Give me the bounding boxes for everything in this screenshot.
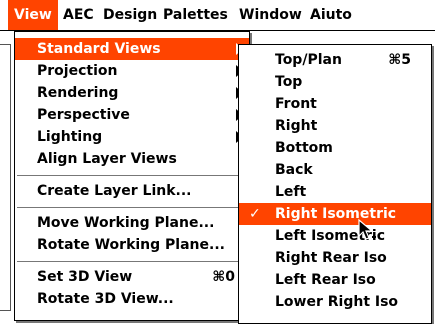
- menu-item-align-layer-views[interactable]: Align Layer Views: [15, 148, 249, 170]
- menu-item-label: Right Rear Iso: [275, 250, 387, 266]
- menu-item-label: Rotate Working Plane...: [37, 237, 225, 253]
- menu-item-label: Right: [275, 118, 318, 134]
- menu-aec[interactable]: AEC: [57, 0, 100, 30]
- menu-item-label: Rotate 3D View...: [37, 291, 174, 307]
- menu-separator: [17, 261, 247, 262]
- menu-design[interactable]: Design: [97, 0, 163, 30]
- menu-item-projection[interactable]: Projection: [15, 60, 249, 82]
- menu-palettes[interactable]: Palettes: [157, 0, 234, 30]
- menu-item-shortcut: ⌘5: [388, 52, 411, 68]
- menu-item-move-working-plane[interactable]: Move Working Plane...: [15, 212, 249, 234]
- menu-aiuto[interactable]: Aiuto: [304, 0, 358, 30]
- submenu-item-right-isometric[interactable]: ✓ Right Isometric: [239, 203, 431, 225]
- menu-item-label: Top/Plan: [275, 52, 342, 68]
- menu-item-label: Move Working Plane...: [37, 215, 215, 231]
- menu-window[interactable]: Window: [233, 0, 308, 30]
- menu-item-label: Align Layer Views: [37, 151, 177, 167]
- submenu-item-left[interactable]: Left: [239, 181, 431, 203]
- menu-item-label: Left: [275, 184, 307, 200]
- submenu-item-top-plan[interactable]: Top/Plan ⌘5: [239, 49, 431, 71]
- checkmark-icon: ✓: [249, 206, 261, 222]
- submenu-item-back[interactable]: Back: [239, 159, 431, 181]
- menu-item-lighting[interactable]: Lighting: [15, 126, 249, 148]
- submenu-item-left-isometric[interactable]: Left Isometric: [239, 225, 431, 247]
- menu-item-standard-views[interactable]: Standard Views: [15, 38, 249, 60]
- menu-item-label: Lighting: [37, 129, 103, 145]
- menu-item-label: Perspective: [37, 107, 130, 123]
- menu-item-rotate-3d-view[interactable]: Rotate 3D View...: [15, 288, 249, 310]
- menu-item-label: Back: [275, 162, 313, 178]
- mouse-pointer-icon: [358, 218, 376, 240]
- submenu-item-top[interactable]: Top: [239, 71, 431, 93]
- submenu-item-right-rear-iso[interactable]: Right Rear Iso: [239, 247, 431, 269]
- menu-item-set-3d-view[interactable]: Set 3D View ⌘0: [15, 266, 249, 288]
- menu-item-rotate-working-plane[interactable]: Rotate Working Plane...: [15, 234, 249, 256]
- menu-item-create-layer-link[interactable]: Create Layer Link...: [15, 180, 249, 202]
- menu-separator: [17, 175, 247, 176]
- menu-item-shortcut: ⌘0: [212, 269, 235, 285]
- standard-views-submenu: Top/Plan ⌘5 Top Front Right Bottom Back …: [238, 44, 432, 324]
- menu-item-label: Standard Views: [37, 41, 161, 57]
- menu-item-label: Front: [275, 96, 317, 112]
- background-window: [0, 44, 11, 311]
- menu-separator: [17, 207, 247, 208]
- view-menu: Standard Views Projection Rendering Pers…: [14, 31, 250, 321]
- submenu-item-front[interactable]: Front: [239, 93, 431, 115]
- menu-item-label: Rendering: [37, 85, 119, 101]
- submenu-item-lower-right-iso[interactable]: Lower Right Iso: [239, 291, 431, 313]
- menu-item-label: Set 3D View: [37, 269, 133, 285]
- submenu-item-right[interactable]: Right: [239, 115, 431, 137]
- submenu-item-bottom[interactable]: Bottom: [239, 137, 431, 159]
- submenu-item-left-rear-iso[interactable]: Left Rear Iso: [239, 269, 431, 291]
- menu-item-label: Bottom: [275, 140, 333, 156]
- menu-item-label: Create Layer Link...: [37, 183, 192, 199]
- menu-view[interactable]: View: [8, 0, 58, 30]
- menu-item-label: Left Rear Iso: [275, 272, 376, 288]
- menu-item-label: Top: [275, 74, 303, 90]
- menu-item-label: Lower Right Iso: [275, 294, 399, 310]
- menu-item-label: Projection: [37, 63, 118, 79]
- menu-bar: View AEC Design Palettes Window Aiuto: [0, 0, 435, 31]
- menu-item-perspective[interactable]: Perspective: [15, 104, 249, 126]
- menu-item-rendering[interactable]: Rendering: [15, 82, 249, 104]
